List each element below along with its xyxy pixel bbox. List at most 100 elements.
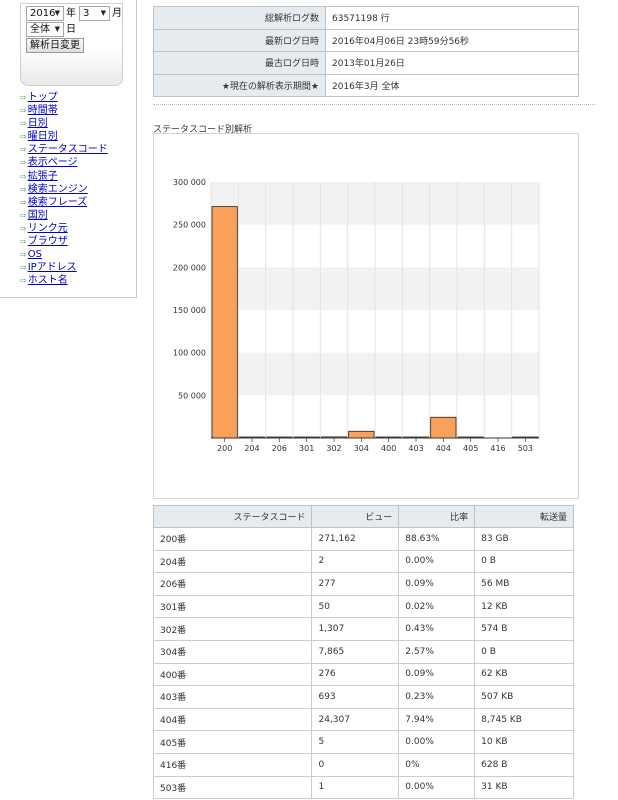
cell-status-code: 404番: [152, 707, 313, 732]
column-header-ratio: 比率: [398, 505, 476, 528]
table-row: 302番 1,307 0.43% 574 B: [152, 617, 574, 641]
nav-item-hostname[interactable]: ⇨ホスト名: [20, 274, 130, 287]
cell-views: 0: [311, 752, 400, 777]
x-tick-label: 403: [408, 444, 423, 453]
column-header-views: ビュー: [311, 505, 400, 528]
table-body: 200番 271,162 88.63% 83 GB 204番 2 0.00% 0 B 206番 2…: [152, 527, 574, 800]
nav-link[interactable]: 拡張子: [28, 171, 58, 182]
change-date-button[interactable]: 解析日変更: [26, 38, 84, 53]
nav-link[interactable]: IPアドレス: [28, 262, 77, 273]
cell-transfer: 56 MB: [474, 572, 574, 596]
cell-views: 693: [311, 685, 400, 709]
cell-status-code: 302番: [152, 617, 313, 641]
chevron-down-icon: ▼: [54, 25, 60, 33]
y-tick-label: 250 000: [173, 221, 206, 230]
nav-link[interactable]: 検索フレーズ: [28, 197, 88, 208]
nav-item-top[interactable]: ⇨トップ: [20, 91, 130, 104]
date-selector-panel: 2016 ▼ 年 3 ▼ 月 全体 ▼ 日 解析日変更: [20, 3, 123, 86]
day-value: 全体: [30, 24, 50, 35]
cell-views: 276: [311, 662, 400, 687]
nav-link[interactable]: 国別: [28, 210, 48, 221]
cell-transfer: 62 KB: [474, 662, 574, 687]
chart-svg: 50 000 100 000 150 000 200 000 250 000 300 00…: [173, 178, 540, 453]
bar-200: [211, 206, 238, 439]
table-header-row: ステータスコード ビュー 比率 転送量: [152, 505, 574, 528]
nav-item-pages[interactable]: ⇨表示ページ: [20, 156, 130, 169]
summary-key: 最新ログ日時: [153, 28, 326, 52]
nav-menu: ⇨トップ ⇨時間帯 ⇨日別 ⇨曜日別 ⇨ステータスコード ⇨表示ページ ⇨拡張子…: [20, 91, 130, 287]
cell-ratio: 0.23%: [398, 685, 476, 709]
cell-status-code: 200番: [152, 527, 313, 551]
nav-item-weekday[interactable]: ⇨曜日別: [20, 130, 130, 143]
summary-key: 最古ログ日時: [153, 51, 326, 75]
year-unit-label: 年: [66, 8, 76, 19]
bullet-arrow-icon: ⇨: [20, 106, 27, 116]
nav-link[interactable]: 曜日別: [28, 131, 58, 142]
table-row: 403番 693 0.23% 507 KB: [152, 685, 574, 709]
table-row: 400番 276 0.09% 62 KB: [152, 662, 574, 687]
x-tick-label: 304: [354, 444, 369, 453]
cell-ratio: 0.00%: [398, 549, 476, 574]
year-select[interactable]: 2016 ▼: [26, 6, 64, 21]
nav-item-search-engines[interactable]: ⇨検索エンジン: [20, 183, 130, 196]
cell-views: 24,307: [311, 707, 400, 732]
nav-link[interactable]: リンク元: [28, 223, 68, 234]
nav-item-search-phrases[interactable]: ⇨検索フレーズ: [20, 196, 130, 209]
cell-status-code: 206番: [152, 572, 313, 596]
x-tick-label: 204: [244, 444, 259, 453]
month-select[interactable]: 3 ▼: [79, 6, 110, 21]
chevron-down-icon: ▼: [100, 9, 106, 17]
nav-item-referrers[interactable]: ⇨リンク元: [20, 222, 130, 235]
table-row: 405番 5 0.00% 10 KB: [152, 730, 574, 754]
table-row: 416番 0 0% 628 B: [152, 752, 574, 777]
sidebar: 2016 ▼ 年 3 ▼ 月 全体 ▼ 日 解析日変更 ⇨トップ ⇨時間帯 ⇨日…: [0, 0, 137, 298]
summary-key: ★現在の解析表示期間★: [153, 73, 326, 97]
nav-item-os[interactable]: ⇨OS: [20, 248, 130, 261]
nav-link[interactable]: 検索エンジン: [28, 184, 88, 195]
nav-link[interactable]: ホスト名: [28, 275, 68, 286]
cell-views: 7,865: [311, 639, 400, 664]
cell-ratio: 88.63%: [398, 527, 476, 551]
nav-link[interactable]: 日別: [28, 118, 48, 129]
nav-link[interactable]: 時間帯: [28, 105, 58, 116]
cell-transfer: 574 B: [474, 617, 574, 641]
table-row: 404番 24,307 7.94% 8,745 KB: [152, 707, 574, 732]
cell-transfer: 507 KB: [474, 685, 574, 709]
month-unit-label: 月: [112, 8, 122, 19]
day-select[interactable]: 全体 ▼: [26, 22, 64, 37]
column-header-code: ステータスコード: [152, 505, 313, 528]
nav-item-countries[interactable]: ⇨国別: [20, 209, 130, 222]
y-tick-label: 300 000: [173, 178, 206, 187]
bullet-arrow-icon: ⇨: [20, 184, 27, 194]
nav-item-daily[interactable]: ⇨日別: [20, 117, 130, 130]
nav-link[interactable]: OS: [28, 249, 42, 260]
nav-link[interactable]: ブラウザ: [28, 236, 68, 247]
cell-status-code: 204番: [152, 549, 313, 574]
chevron-down-icon: ▼: [54, 9, 60, 17]
cell-ratio: 0.02%: [398, 594, 476, 619]
nav-link[interactable]: 表示ページ: [28, 157, 78, 168]
column-header-transfer: 転送量: [474, 505, 574, 528]
nav-item-extensions[interactable]: ⇨拡張子: [20, 170, 130, 183]
nav-item-ip-address[interactable]: ⇨IPアドレス: [20, 261, 130, 274]
cell-ratio: 0%: [398, 752, 476, 777]
nav-item-hourly[interactable]: ⇨時間帯: [20, 104, 130, 117]
nav-item-status-code[interactable]: ⇨ステータスコード: [20, 143, 130, 156]
x-tick-label: 503: [518, 444, 533, 453]
table-row: 200番 271,162 88.63% 83 GB: [152, 527, 574, 551]
bullet-arrow-icon: ⇨: [20, 263, 27, 273]
nav-item-browsers[interactable]: ⇨ブラウザ: [20, 235, 130, 248]
day-unit-label: 日: [66, 24, 76, 35]
bullet-arrow-icon: ⇨: [20, 237, 27, 247]
y-tick-label: 50 000: [178, 391, 206, 400]
summary-value: 2016年04月06日 23時59分56秒: [325, 28, 579, 52]
x-tick-label: 302: [326, 444, 341, 453]
nav-link[interactable]: トップ: [28, 92, 58, 103]
cell-views: 1: [311, 775, 400, 800]
y-tick-label: 200 000: [173, 263, 206, 272]
x-tick-label: 206: [272, 444, 287, 453]
cell-transfer: 0 B: [474, 549, 574, 574]
cell-views: 5: [311, 730, 400, 754]
summary-row: ★現在の解析表示期間★ 2016年3月 全体: [153, 73, 579, 97]
nav-link[interactable]: ステータスコード: [28, 144, 108, 155]
